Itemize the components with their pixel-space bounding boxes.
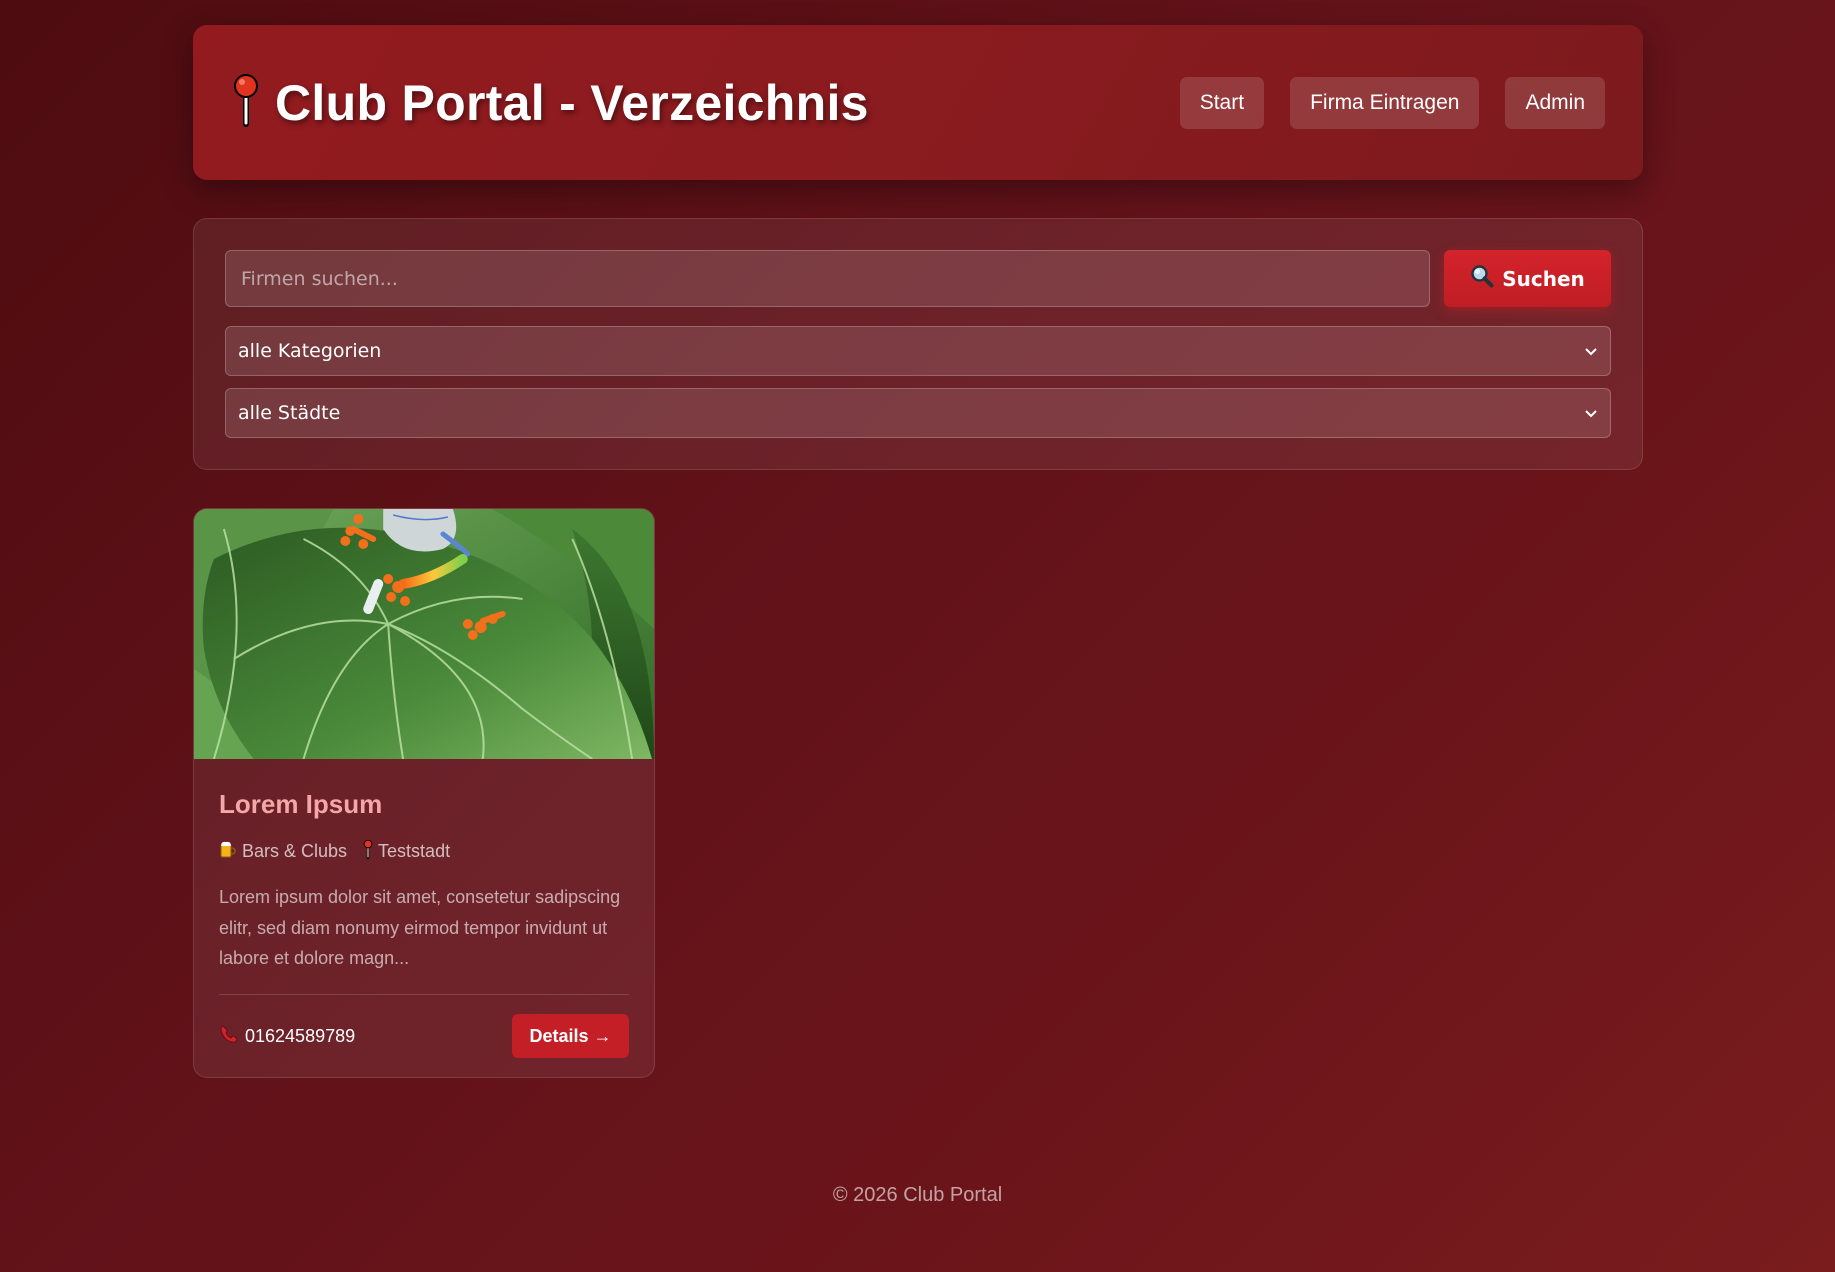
pushpin-icon [363,839,373,864]
nav-firma-eintragen-button[interactable]: Firma Eintragen [1290,76,1480,129]
category-select[interactable]: alle Kategorien [225,326,1611,376]
listing-footer: 01624589789 Details → [219,1014,629,1058]
listing-city: Teststadt [363,839,450,864]
listing-body: Lorem Ipsum Bars & Clubs Teststadt Lorem… [194,759,654,1058]
magnifier-icon [1470,264,1494,293]
telephone-icon [219,1024,239,1049]
search-row: Suchen [225,250,1611,307]
listing-phone[interactable]: 01624589789 [219,1024,355,1049]
beer-mug-icon [219,840,237,863]
listing-category: Bars & Clubs [219,840,347,863]
listing-title[interactable]: Lorem Ipsum [219,789,629,820]
search-button-label: Suchen [1502,266,1585,291]
search-panel: Suchen alle Kategorien alle Städte [193,218,1643,470]
listing-description: Lorem ipsum dolor sit amet, consetetur s… [219,887,621,968]
listing-card: Lorem Ipsum Bars & Clubs Teststadt Lorem… [193,508,655,1078]
category-select-value: alle Kategorien [238,340,382,362]
listing-phone-number: 01624589789 [245,1025,356,1046]
page-container: Club Portal - Verzeichnis Start Firma Ei… [193,25,1643,1078]
site-title: Club Portal - Verzeichnis [275,74,869,131]
listing-image [194,509,654,759]
copyright-text: © 2026 Club Portal [832,1184,1003,1206]
city-select[interactable]: alle Städte [225,388,1611,438]
details-button[interactable]: Details → [512,1014,629,1058]
main-nav: Start Firma Eintragen Admin [1179,76,1605,129]
listing-divider [219,994,629,995]
nav-start-button[interactable]: Start [1179,76,1265,129]
site-header: Club Portal - Verzeichnis Start Firma Ei… [193,25,1643,180]
listing-category-label: Bars & Clubs [242,841,348,861]
nav-admin-button[interactable]: Admin [1505,76,1605,129]
brand[interactable]: Club Portal - Verzeichnis [231,72,869,133]
pushpin-icon [231,72,261,133]
listing-city-label: Teststadt [378,841,451,861]
search-button[interactable]: Suchen [1444,250,1611,307]
site-footer: © 2026 Club Portal [0,1184,1835,1207]
city-select-value: alle Städte [238,402,341,424]
listing-meta: Bars & Clubs Teststadt [219,839,629,864]
chevron-down-icon [1584,402,1598,424]
chevron-down-icon [1584,340,1598,362]
search-input[interactable] [225,250,1430,307]
